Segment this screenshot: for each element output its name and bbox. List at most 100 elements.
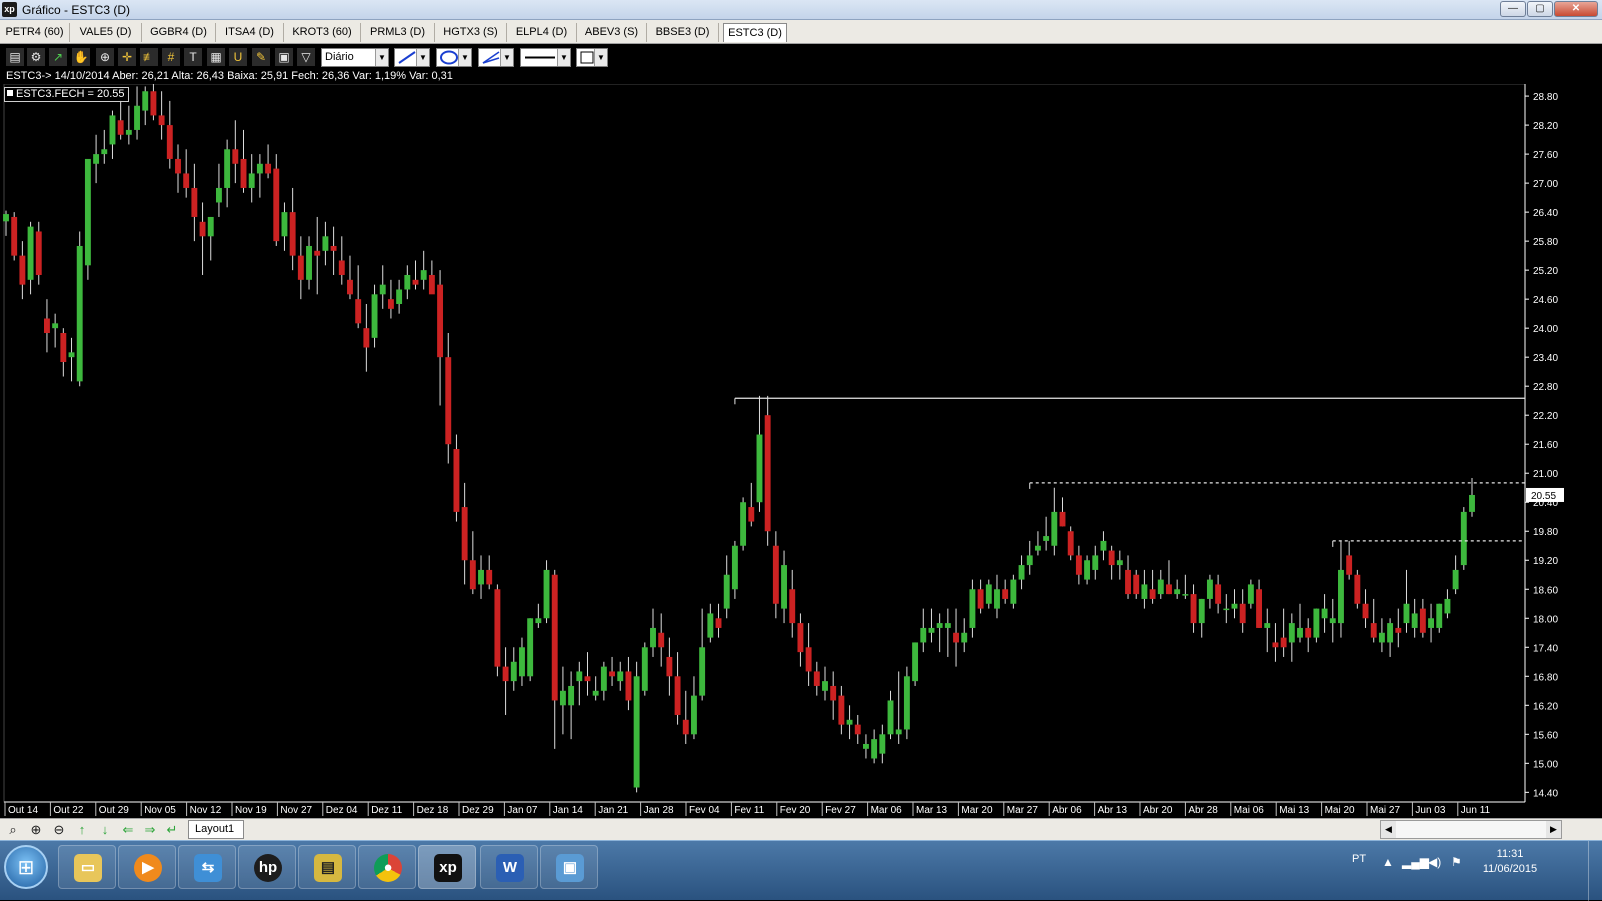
candle-up <box>207 216 214 237</box>
x-tick-label: Mar 13 <box>916 805 948 816</box>
hand-icon[interactable]: ✋ <box>72 48 90 66</box>
tab-krot3[interactable]: KROT3 (60) <box>284 23 361 42</box>
tab-estc3[interactable]: ESTC3 (D) <box>723 23 787 42</box>
tab-bbse3[interactable]: BBSE3 (D) <box>647 23 719 42</box>
taskbar-pictures[interactable]: ▣ <box>540 845 598 889</box>
taskbar-network[interactable]: ⇆ <box>178 845 236 889</box>
candle-down <box>1108 550 1115 566</box>
taskbar-chrome[interactable]: ● <box>358 845 416 889</box>
trend-icon[interactable]: ↗ <box>49 48 67 66</box>
candle-up <box>871 739 878 759</box>
candle-up <box>928 627 935 633</box>
candle-up <box>985 584 992 604</box>
scroll-right-icon[interactable]: ▶ <box>1546 821 1561 838</box>
text-tool-icon[interactable]: T <box>184 48 202 66</box>
minimize-button[interactable]: — <box>1500 1 1526 17</box>
x-tick-label: Abr 13 <box>1098 805 1128 816</box>
candle-up <box>994 589 1000 609</box>
arrow-back-icon[interactable]: ↵ <box>163 821 181 839</box>
xp-logo-icon: xp <box>2 2 17 17</box>
maximize-button[interactable]: ▢ <box>1527 1 1553 17</box>
zoom-out-icon[interactable]: ⊖ <box>50 821 68 839</box>
language-indicator[interactable]: PT <box>1352 853 1366 865</box>
candle-down <box>1059 511 1066 527</box>
taskbar-explorer[interactable]: ▭ <box>58 845 116 889</box>
arrow-up-icon[interactable]: ↑ <box>73 821 91 839</box>
close-button[interactable]: ✕ <box>1554 1 1598 17</box>
line-tool-select[interactable]: ▼ <box>394 48 430 67</box>
signal-icon[interactable]: ▂▄▆ <box>1402 855 1429 869</box>
volume-icon[interactable]: ◀) <box>1428 855 1441 869</box>
show-desktop-button[interactable] <box>1588 841 1602 901</box>
channel-tool-select[interactable]: ▼ <box>478 48 514 67</box>
flag-icon[interactable]: ⚑ <box>1451 855 1462 869</box>
magnet-icon[interactable]: U <box>229 48 247 66</box>
taskbar-hp[interactable]: hp <box>238 845 296 889</box>
candle-down <box>314 250 321 256</box>
calculator-icon[interactable]: ▦ <box>207 48 225 66</box>
taskbar-xp[interactable]: xp <box>418 845 476 889</box>
y-tick-label: 24.60 <box>1533 295 1558 306</box>
chevron-down-icon: ▼ <box>594 49 607 66</box>
filter-icon[interactable]: ▽ <box>297 48 315 66</box>
arrow-left-icon[interactable]: ⇐ <box>119 821 137 839</box>
candle-down <box>412 279 419 285</box>
candle-up <box>1378 632 1385 643</box>
arrow-down-icon[interactable]: ↓ <box>96 821 114 839</box>
shape-tool-select[interactable]: ▼ <box>436 48 472 67</box>
taskbar-archive[interactable]: ▤ <box>298 845 356 889</box>
x-tick-label: Out 22 <box>53 805 83 816</box>
tab-abev3[interactable]: ABEV3 (S) <box>577 23 647 42</box>
candle-up <box>1182 594 1189 596</box>
gear-icon[interactable]: ⚙ <box>27 48 45 66</box>
zoom-reset-icon[interactable]: ⌕ <box>4 821 22 839</box>
tab-elpl4[interactable]: ELPL4 (D) <box>507 23 577 42</box>
system-clock[interactable]: 11:31 11/06/2015 <box>1478 847 1542 877</box>
candle-up <box>1387 623 1394 643</box>
lock-icon[interactable]: ▣ <box>275 48 293 66</box>
candle-up <box>109 115 116 145</box>
candlestick-chart[interactable]: 14.40 15.00 15.60 16.20 16.80 17.40 18.00 18.60… <box>0 84 1602 818</box>
tab-itsa4[interactable]: ITSA4 (D) <box>216 23 284 42</box>
candle-down <box>1419 608 1426 633</box>
tab-prml3[interactable]: PRML3 (D) <box>361 23 435 42</box>
candle-down <box>428 274 435 295</box>
layout-tab[interactable]: Layout1 <box>188 820 244 839</box>
taskbar-media[interactable]: ▶ <box>118 845 176 889</box>
chart-type-icon[interactable]: ▤ <box>6 48 24 66</box>
zoom-chart-icon[interactable]: ⊕ <box>96 48 114 66</box>
eraser-icon[interactable]: ✎ <box>252 48 270 66</box>
arrow-right-icon[interactable]: ⇒ <box>141 821 159 839</box>
candle-down <box>1346 555 1353 575</box>
tab-hgtx3[interactable]: HGTX3 (S) <box>435 23 507 42</box>
candle-down <box>797 623 804 653</box>
candle-down <box>1280 637 1287 648</box>
scroll-left-icon[interactable]: ◀ <box>1381 821 1396 838</box>
candle-up <box>101 149 108 155</box>
candle-down <box>232 149 239 164</box>
x-tick-label: Fev 20 <box>780 805 811 816</box>
taskbar-word[interactable]: W <box>480 845 538 889</box>
period-select[interactable]: Diário ▼ <box>321 48 389 67</box>
candle-down <box>1002 589 1009 599</box>
tab-petr4[interactable]: PETR4 (60) <box>0 23 70 42</box>
grid-icon[interactable]: # <box>162 48 180 66</box>
y-tick-label: 14.40 <box>1533 788 1558 799</box>
candle-up <box>1452 569 1459 590</box>
crosshair-icon[interactable]: ✛ <box>118 48 136 66</box>
candle-up <box>731 545 738 590</box>
candle-up <box>1198 598 1205 624</box>
fibonacci-icon[interactable]: ≢ <box>140 48 158 66</box>
zoom-in-icon[interactable]: ⊕ <box>27 821 45 839</box>
tab-vale5[interactable]: VALE5 (D) <box>70 23 142 42</box>
x-tick-label: Mai 06 <box>1234 805 1264 816</box>
candle-up <box>1469 494 1475 512</box>
candle-down <box>1149 589 1156 599</box>
color-select[interactable]: ▼ <box>576 48 608 67</box>
start-button[interactable]: ⊞ <box>4 845 48 889</box>
tray-expand-icon[interactable]: ▲ <box>1382 855 1394 869</box>
tab-ggbr4[interactable]: GGBR4 (D) <box>142 23 216 42</box>
horizontal-scrollbar[interactable]: ◀ ▶ <box>1380 820 1562 839</box>
candle-up <box>1043 536 1050 541</box>
line-style-select[interactable]: ▼ <box>520 48 571 67</box>
